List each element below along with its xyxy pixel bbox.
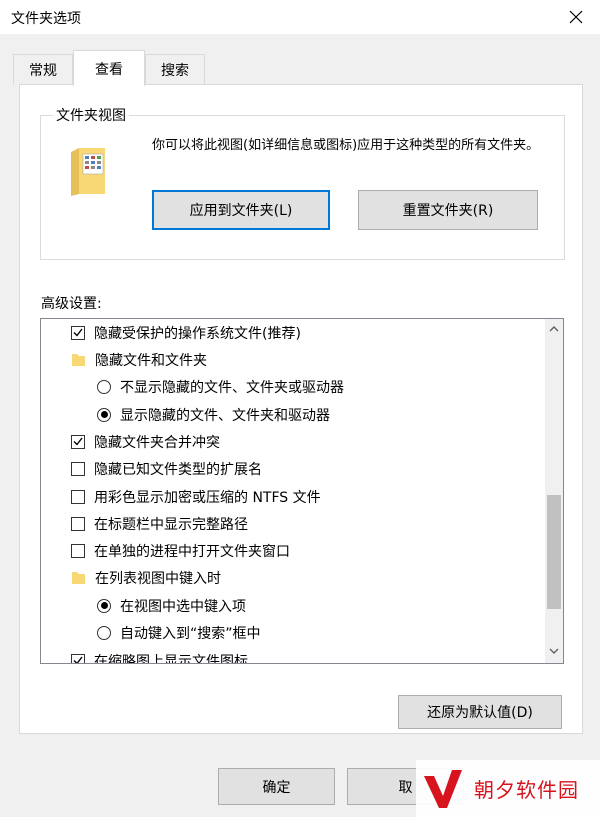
checkbox-checked-icon[interactable]: [71, 434, 85, 449]
folder-icon: [72, 353, 85, 366]
advanced-settings-list[interactable]: 隐藏受保护的操作系统文件(推荐) 隐藏文件和文件夹不显示隐藏的文件、文件夹或驱动器…: [40, 318, 564, 664]
setting-label: 自动键入到“搜索”框中: [120, 625, 261, 642]
checkbox-option[interactable]: 在单独的进程中打开文件夹窗口: [71, 537, 290, 564]
setting-label: 隐藏文件夹合并冲突: [94, 434, 220, 451]
tab-view[interactable]: 查看: [73, 50, 145, 86]
checkbox-unchecked-icon[interactable]: [71, 489, 85, 504]
scroll-down-arrow-icon[interactable]: [548, 645, 560, 657]
radio-unselected-icon[interactable]: [97, 625, 111, 640]
close-icon: [569, 10, 583, 24]
folder-icon: [72, 571, 85, 584]
view-tab-panel: 文件夹视图 你可以将此视图(如详细信息或图标)应用于这种类型的所有文件夹。 应用…: [19, 84, 583, 734]
setting-label: 在列表视图中键入时: [95, 570, 221, 587]
setting-label: 隐藏受保护的操作系统文件(推荐): [94, 325, 301, 342]
restore-defaults-button[interactable]: 还原为默认值(D): [398, 695, 562, 729]
scroll-up-arrow-icon[interactable]: [548, 323, 560, 335]
checkbox-option[interactable]: 在标题栏中显示完整路径: [71, 510, 248, 537]
watermark-text: 朝夕软件园: [474, 778, 579, 802]
radio-unselected-icon[interactable]: [97, 379, 111, 394]
checkbox-option[interactable]: 隐藏文件夹合并冲突: [71, 428, 220, 455]
radio-option[interactable]: 不显示隐藏的文件、文件夹或驱动器: [97, 373, 344, 400]
checkbox-unchecked-icon[interactable]: [71, 461, 85, 476]
reset-folders-button[interactable]: 重置文件夹(R): [358, 190, 538, 230]
scroll-thumb[interactable]: [547, 495, 561, 609]
radio-option[interactable]: 自动键入到“搜索”框中: [97, 619, 261, 646]
setting-label: 不显示隐藏的文件、文件夹或驱动器: [120, 379, 344, 396]
checkbox-unchecked-icon[interactable]: [71, 543, 85, 558]
setting-label: 隐藏文件和文件夹: [95, 352, 207, 369]
setting-label: 隐藏已知文件类型的扩展名: [94, 461, 262, 478]
title-bar: 文件夹选项: [0, 0, 600, 34]
setting-label: 在缩略图上显示文件图标: [94, 653, 248, 664]
checkbox-checked-icon[interactable]: [71, 325, 85, 340]
tab-general[interactable]: 常规: [13, 54, 73, 84]
setting-label: 用彩色显示加密或压缩的 NTFS 文件: [94, 489, 321, 506]
checkbox-option[interactable]: 隐藏已知文件类型的扩展名: [71, 455, 262, 482]
folder-views-group: 文件夹视图 你可以将此视图(如详细信息或图标)应用于这种类型的所有文件夹。 应用…: [40, 105, 565, 260]
settings-group-header: 隐藏文件和文件夹: [71, 346, 207, 373]
folder-views-title: 文件夹视图: [53, 105, 129, 125]
radio-selected-icon[interactable]: [97, 598, 111, 613]
checkbox-option[interactable]: 在缩略图上显示文件图标: [71, 647, 248, 664]
checkbox-option[interactable]: 用彩色显示加密或压缩的 NTFS 文件: [71, 483, 321, 510]
close-button[interactable]: [562, 4, 590, 30]
watermark: 朝夕软件园: [416, 760, 600, 817]
ok-button[interactable]: 确定: [218, 768, 335, 805]
vertical-scrollbar[interactable]: [545, 319, 563, 663]
folder-view-icon: [71, 148, 105, 196]
radio-option[interactable]: 显示隐藏的文件、文件夹和驱动器: [97, 401, 330, 428]
setting-label: 在视图中选中键入项: [120, 598, 246, 615]
checkmark-logo-icon: [424, 769, 462, 808]
window-title: 文件夹选项: [11, 11, 81, 27]
tab-search[interactable]: 搜索: [145, 54, 205, 84]
apply-to-folders-button[interactable]: 应用到文件夹(L): [152, 190, 330, 230]
advanced-settings-label: 高级设置:: [41, 296, 102, 312]
setting-label: 显示隐藏的文件、文件夹和驱动器: [120, 407, 330, 424]
radio-option[interactable]: 在视图中选中键入项: [97, 592, 246, 619]
folder-views-description: 你可以将此视图(如详细信息或图标)应用于这种类型的所有文件夹。: [152, 138, 540, 153]
setting-label: 在标题栏中显示完整路径: [94, 516, 248, 533]
checkbox-unchecked-icon[interactable]: [71, 516, 85, 531]
setting-label: 在单独的进程中打开文件夹窗口: [94, 543, 290, 560]
radio-selected-icon[interactable]: [97, 407, 111, 422]
checkbox-option[interactable]: 隐藏受保护的操作系统文件(推荐): [71, 319, 301, 346]
settings-group-header: 在列表视图中键入时: [71, 564, 221, 591]
checkbox-checked-icon[interactable]: [71, 653, 85, 663]
